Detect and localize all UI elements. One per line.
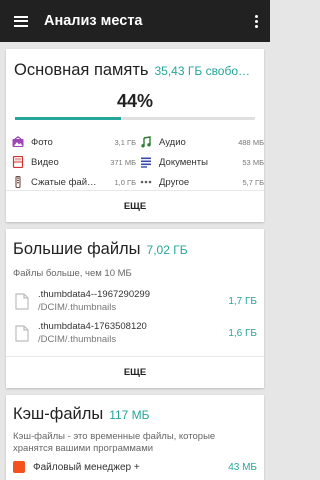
storage-percent: 44% xyxy=(116,91,154,111)
more-vert-icon xyxy=(254,14,258,18)
large-files-description: Файлы больше, чем 10 МБ xyxy=(13,268,132,279)
list-item[interactable]: .thumbdata4--1967290299 /DCIM/.thumbnail… xyxy=(6,285,264,317)
list-item[interactable]: Файловый менеджер + 43 МБ xyxy=(6,455,264,473)
category-photo[interactable]: Фото 3,1 ГБ xyxy=(12,132,136,152)
internal-storage-title: Основная память xyxy=(14,61,149,79)
file-name: .thumbdata4-1763508120 xyxy=(38,321,147,332)
file-icon xyxy=(15,292,29,310)
file-size: 1,7 ГБ xyxy=(228,295,257,307)
large-files-card[interactable]: Большие файлы 7,02 ГБ Файлы больше, чем … xyxy=(6,229,264,388)
internal-storage-card[interactable]: Основная память 35,43 ГБ свобо… 44% Фото… xyxy=(6,49,264,222)
file-path: /DCIM/.thumbnails xyxy=(38,302,117,313)
more-dots-icon xyxy=(140,176,152,188)
cache-files-title: Кэш-файлы xyxy=(13,405,104,423)
file-size: 1,6 ГБ xyxy=(228,327,257,339)
menu-button[interactable] xyxy=(0,0,42,42)
storage-more-button[interactable]: ЕЩЕ xyxy=(6,201,264,212)
file-path: /DCIM/.thumbnails xyxy=(38,334,117,345)
cache-files-total: 117 МБ xyxy=(109,408,150,422)
music-note-icon xyxy=(140,136,152,148)
category-grid: Фото 3,1 ГБ Аудио 488 МБ Видео 371 МБ До… xyxy=(12,132,264,192)
large-files-title: Большие файлы xyxy=(13,240,141,258)
large-files-more-button[interactable]: ЕЩЕ xyxy=(6,367,264,378)
category-documents[interactable]: Документы 53 МБ xyxy=(140,152,264,172)
category-other[interactable]: Другое 5,7 ГБ xyxy=(140,172,264,192)
app-name: Файловый менеджер + xyxy=(33,461,140,473)
divider xyxy=(6,190,264,191)
large-files-total: 7,02 ГБ xyxy=(146,243,188,257)
overflow-menu-button[interactable] xyxy=(242,0,270,42)
storage-progress-fill xyxy=(15,117,121,120)
file-name: .thumbdata4--1967290299 xyxy=(38,289,150,300)
app-icon xyxy=(13,461,25,473)
app-cache-size: 43 МБ xyxy=(228,461,257,473)
video-icon xyxy=(12,156,24,168)
internal-storage-header: Основная память 35,43 ГБ свобо… xyxy=(6,49,264,83)
cache-files-header: Кэш-файлы 117 МБ xyxy=(6,395,264,427)
internal-storage-free: 35,43 ГБ свобо… xyxy=(154,64,251,78)
image-icon xyxy=(12,136,24,148)
divider xyxy=(6,356,264,357)
large-files-header: Большие файлы 7,02 ГБ xyxy=(6,229,264,263)
category-archives[interactable]: Сжатые фай… 1,0 ГБ xyxy=(12,172,136,192)
app-bar: Анализ места xyxy=(0,0,270,42)
category-video[interactable]: Видео 371 МБ xyxy=(12,152,136,172)
list-item[interactable]: .thumbdata4-1763508120 /DCIM/.thumbnails… xyxy=(6,317,264,349)
document-icon xyxy=(140,156,152,168)
cache-files-card[interactable]: Кэш-файлы 117 МБ Кэш-файлы - это временн… xyxy=(6,395,264,480)
category-audio[interactable]: Аудио 488 МБ xyxy=(140,132,264,152)
file-icon xyxy=(15,324,29,342)
archive-icon xyxy=(12,176,24,188)
hamburger-icon xyxy=(14,15,28,27)
cache-files-description: Кэш-файлы - это временные файлы, которые… xyxy=(13,431,216,454)
page-title: Анализ места xyxy=(44,13,143,29)
storage-progress-bar xyxy=(15,117,255,120)
